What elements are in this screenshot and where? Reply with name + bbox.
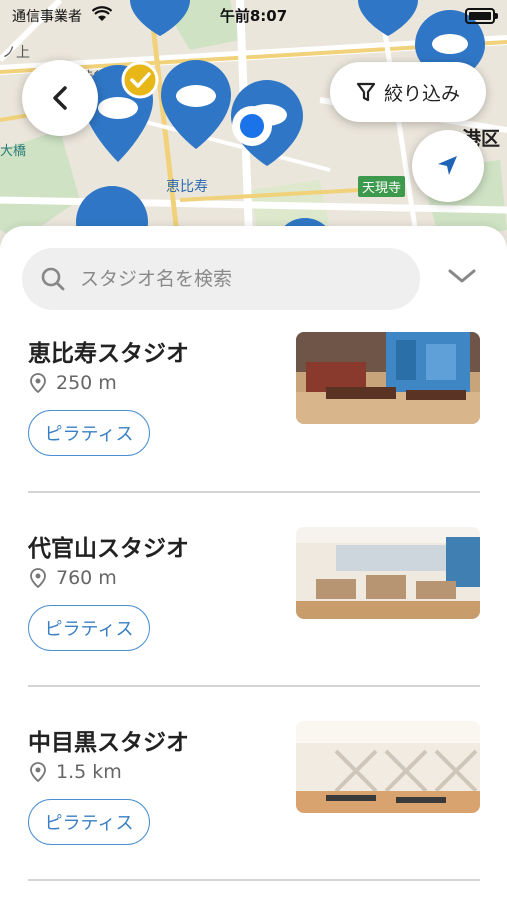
filter-icon	[356, 82, 376, 102]
studio-category-tag[interactable]: ピラティス	[28, 605, 150, 651]
studio-photo	[296, 332, 480, 424]
studio-list-sheet: 恵比寿スタジオ 250 m ピラティス 代官山スタジ	[0, 226, 507, 900]
list-divider	[28, 879, 480, 881]
search-input[interactable]	[78, 267, 382, 291]
studio-distance: 250 m	[30, 372, 117, 394]
filter-button[interactable]: 絞り込み	[330, 62, 486, 122]
studio-name: 中目黒スタジオ	[28, 730, 189, 756]
location-pin-icon	[30, 762, 46, 782]
studio-distance-value: 1.5 km	[56, 761, 122, 783]
studio-photo	[296, 721, 480, 813]
search-bar[interactable]	[22, 248, 420, 310]
back-button[interactable]	[22, 60, 98, 136]
user-location-dot	[232, 106, 272, 146]
chevron-left-icon	[53, 86, 67, 110]
studio-list-item[interactable]: 恵比寿スタジオ 250 m ピラティス	[28, 332, 480, 528]
status-time: 午前8:07	[219, 7, 288, 25]
studio-distance-value: 250 m	[56, 372, 117, 394]
studio-distance: 1.5 km	[30, 761, 122, 783]
collapse-sheet-button[interactable]	[446, 266, 478, 290]
studio-category-tag[interactable]: ピラティス	[28, 799, 150, 845]
map-pin[interactable]	[161, 60, 231, 149]
location-pin-icon	[30, 568, 46, 588]
list-divider	[28, 491, 480, 493]
studio-distance-value: 760 m	[56, 567, 117, 589]
studio-photo	[296, 527, 480, 619]
status-bar: 通信事業者 午前8:07	[0, 0, 507, 30]
current-location-button[interactable]	[412, 130, 484, 202]
battery-icon	[465, 8, 498, 24]
selected-check-badge	[121, 61, 159, 99]
filter-button-label: 絞り込み	[383, 82, 460, 105]
studio-list-item[interactable]: 中目黒スタジオ 1.5 km ピラティス	[28, 721, 480, 900]
studio-distance: 760 m	[30, 567, 117, 589]
studio-name: 代官山スタジオ	[28, 536, 189, 562]
list-divider	[28, 685, 480, 687]
search-icon	[41, 267, 65, 291]
location-pin-icon	[30, 373, 46, 393]
chevron-down-icon	[448, 269, 476, 283]
location-arrow-icon	[438, 156, 457, 175]
studio-name: 恵比寿スタジオ	[28, 341, 189, 367]
studio-list-item[interactable]: 代官山スタジオ 760 m ピラティス	[28, 527, 480, 723]
studio-category-tag[interactable]: ピラティス	[28, 410, 150, 456]
